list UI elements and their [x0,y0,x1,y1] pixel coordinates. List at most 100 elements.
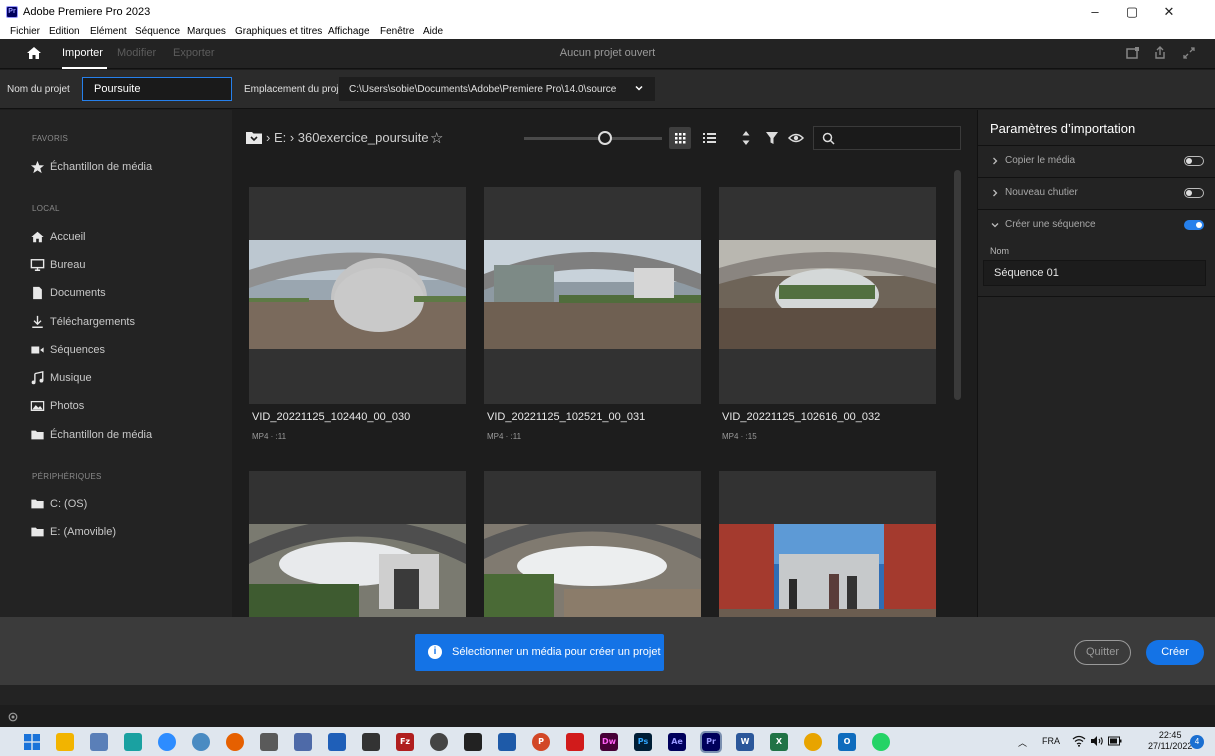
language-indicator[interactable]: FRA [1042,736,1060,746]
premiere-pro-taskbar-icon[interactable]: Pr [700,731,722,753]
copy-media-toggle[interactable] [1184,156,1204,166]
volume-icon[interactable] [1090,735,1104,747]
project-location-select[interactable]: C:\Users\sobie\Documents\Adobe\Premiere … [339,77,655,101]
chrome-icon[interactable] [804,733,822,751]
fullscreen-icon[interactable] [1182,46,1196,60]
menu-sequence[interactable]: Séquence [135,25,180,38]
app-icon[interactable] [464,733,482,751]
menu-fichier[interactable]: Fichier [10,25,40,38]
app-icon[interactable] [294,733,312,751]
terminal-icon[interactable] [328,733,346,751]
new-bin-toggle[interactable] [1184,188,1204,198]
browser-scrollbar[interactable] [954,170,961,400]
create-sequence-toggle[interactable] [1184,220,1204,230]
obs-icon[interactable] [430,733,448,751]
filter-icon [766,132,778,144]
new-bin-row[interactable]: Nouveau chutier [978,177,1215,208]
project-name-input[interactable] [82,77,232,101]
grid-view-button[interactable] [669,127,691,149]
taskbar-clock[interactable]: 22:45 27/11/2022 [1148,730,1192,752]
sidebar-item-telechargements[interactable]: Téléchargements [30,314,225,332]
close-button[interactable]: ✕ [1152,3,1186,21]
copy-media-row[interactable]: Copier le média [978,145,1215,176]
sidebar-item-accueil[interactable]: Accueil [30,229,225,247]
media-card[interactable] [249,187,466,404]
menu-affichage[interactable]: Affichage [328,25,370,38]
wifi-icon[interactable] [1072,735,1086,747]
battery-icon[interactable] [1108,736,1122,746]
menu-fenetre[interactable]: Fenêtre [380,25,414,38]
music-icon [31,371,44,385]
media-card[interactable] [719,187,936,404]
app-icon[interactable] [362,733,380,751]
app-icon[interactable] [124,733,142,751]
notepad-icon[interactable] [90,733,108,751]
thumbnail-size-slider[interactable] [524,137,662,140]
sequence-name-input[interactable]: Séquence 01 [983,260,1206,286]
acrobat-icon[interactable] [566,733,584,751]
document-icon [33,286,42,300]
filezilla-icon[interactable]: Fz [396,733,414,751]
create-sequence-row[interactable]: Créer une séquence [978,209,1215,240]
sidebar-item-bureau[interactable]: Bureau [30,257,225,275]
file-explorer-icon[interactable] [56,733,74,751]
create-button[interactable]: Créer [1146,640,1204,665]
quit-button[interactable]: Quitter [1074,640,1131,665]
sidebar-item-label: Documents [50,287,106,299]
maximize-button[interactable]: ▢ [1115,3,1149,21]
outlook-icon[interactable]: O [838,733,856,751]
menu-graphiques[interactable]: Graphiques et titres [235,25,322,38]
menu-marques[interactable]: Marques [187,25,226,38]
thumbnail-size-slider-handle[interactable] [598,131,612,145]
video-icon [31,346,44,354]
media-card[interactable] [484,471,701,617]
excel-icon[interactable]: X [770,733,788,751]
media-card[interactable] [719,471,936,617]
powerpoint-icon[interactable]: P [532,733,550,751]
quick-export-icon[interactable] [1126,46,1140,60]
video-thumbnail [249,524,466,617]
sort-button[interactable] [735,127,757,149]
sidebar-item-musique[interactable]: Musique [30,370,225,388]
sidebar-item-echantillon-local[interactable]: Échantillon de média [30,427,225,445]
view-options-button[interactable] [785,127,807,149]
windows-start-icon[interactable] [24,734,40,750]
menu-element[interactable]: Elément [90,25,127,38]
folder-open-icon[interactable] [246,132,262,144]
notification-badge[interactable]: 4 [1190,735,1204,749]
status-indicator-icon[interactable] [8,712,18,722]
sidebar-item-photos[interactable]: Photos [30,398,225,416]
sidebar-item-label: E: (Amovible) [50,526,117,538]
window-titlebar: Pr Adobe Premiere Pro 2023 – ▢ ✕ [0,0,1215,25]
app-icon[interactable] [498,733,516,751]
word-icon[interactable]: W [736,733,754,751]
calculator-icon[interactable] [260,733,278,751]
menu-aide[interactable]: Aide [423,25,443,38]
chevron-up-icon[interactable]: ︿ [1018,736,1027,749]
active-tab-indicator [62,67,107,69]
sidebar-item-documents[interactable]: Documents [30,285,225,303]
sidebar-item-echantillon-favori[interactable]: Échantillon de média [30,159,225,177]
media-file-name: VID_20221125_102521_00_031 [487,411,646,423]
firefox-icon[interactable] [226,733,244,751]
after-effects-icon[interactable]: Ae [668,733,686,751]
filter-button[interactable] [761,127,783,149]
sidebar-item-drive-e[interactable]: E: (Amovible) [30,524,225,542]
sidebar-item-sequences[interactable]: Séquences [30,342,225,360]
breadcrumb[interactable]: › E: › 360exercice_poursuite [266,130,429,145]
project-name-label: Nom du projet [7,84,70,95]
dreamweaver-icon[interactable]: Dw [600,733,618,751]
zoom-icon[interactable] [158,733,176,751]
whatsapp-icon[interactable] [872,733,890,751]
list-view-button[interactable] [698,127,720,149]
app-icon[interactable] [192,733,210,751]
photoshop-icon[interactable]: Ps [634,733,652,751]
media-card[interactable] [484,187,701,404]
search-input[interactable] [813,126,961,150]
media-card[interactable] [249,471,466,617]
share-icon[interactable] [1153,46,1167,60]
sidebar-item-drive-c[interactable]: C: (OS) [30,496,225,514]
add-favorite-star-icon[interactable]: ☆ [430,129,443,147]
minimize-button[interactable]: – [1078,3,1112,21]
menu-edition[interactable]: Edition [49,25,80,38]
